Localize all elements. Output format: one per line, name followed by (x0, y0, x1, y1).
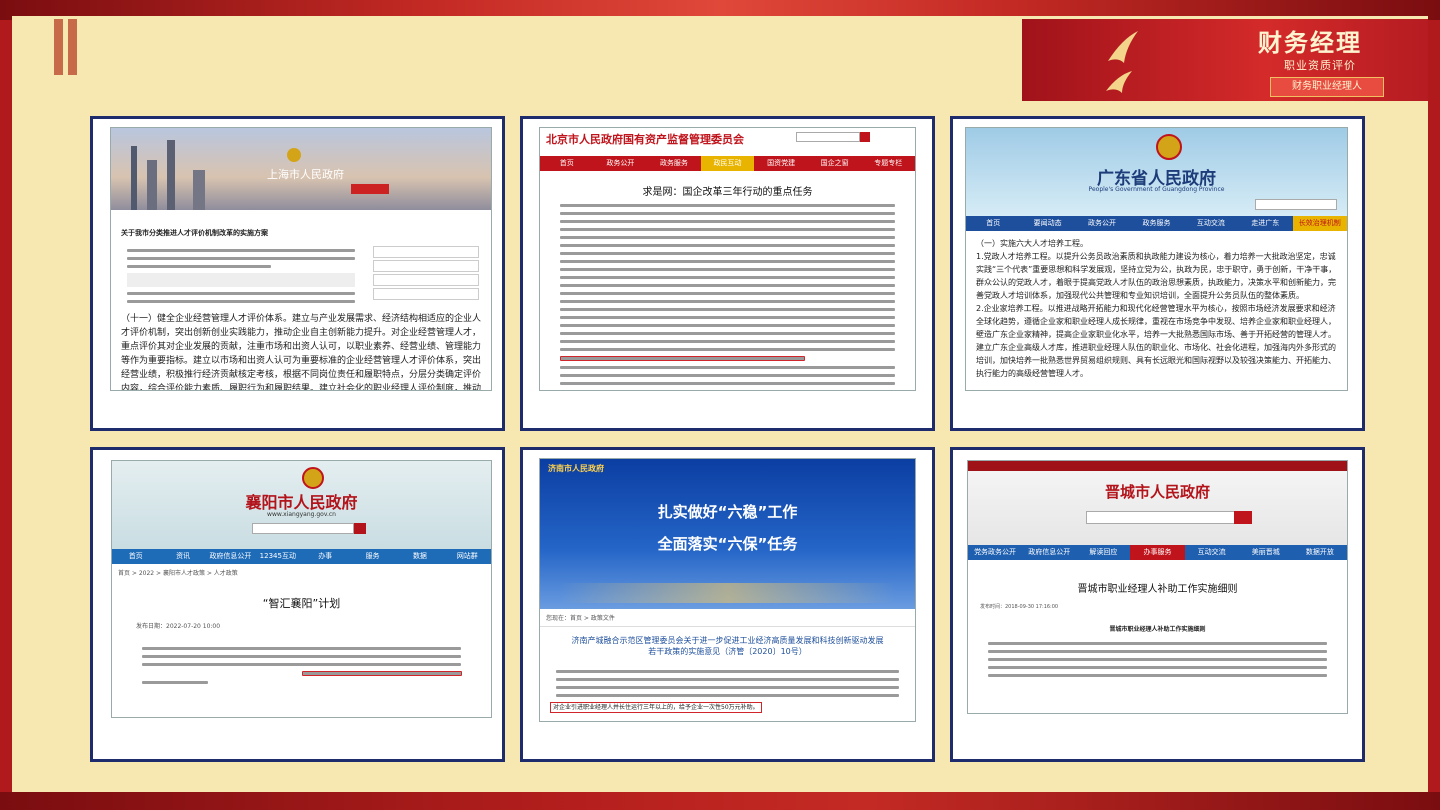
site-url: www.xiangyang.gov.cn (267, 511, 336, 518)
slide-tab-mark (54, 19, 63, 75)
nav-item[interactable]: 要闻动态 (1020, 216, 1074, 231)
screenshot-card-xiangyang: 襄阳市人民政府 www.xiangyang.gov.cn 首页 资讯 政府信息公… (90, 447, 505, 762)
screenshot-xiangyang: 襄阳市人民政府 www.xiangyang.gov.cn 首页 资讯 政府信息公… (111, 460, 492, 718)
skyline-banner: 上海市人民政府 (111, 128, 491, 210)
article-title: 晋城市职业经理人补助工作实施细则 (1077, 584, 1238, 595)
nav-item[interactable]: 政务公开 (594, 156, 648, 171)
brand-tag: 财务职业经理人 (1270, 77, 1384, 97)
nav-item[interactable]: 走进广东 (1238, 216, 1292, 231)
bottom-decor-band (0, 792, 1440, 810)
nav-item[interactable]: 政务服务 (647, 156, 701, 171)
paragraph-party-talent: 1.党政人才培养工程。以提升公务员政治素质和执政能力建设为核心，着力培养一大批政… (976, 252, 1337, 300)
nav-item[interactable]: 数据 (396, 549, 443, 564)
nav-item[interactable]: 首页 (966, 216, 1020, 231)
screenshot-guangdong: 广东省人民政府 People's Government of Guangdong… (965, 127, 1348, 391)
search-icon[interactable] (1234, 511, 1252, 524)
screenshot-card-beijing: 北京市人民政府国有资产监督管理委员会 首页 政务公开 政务服务 政民互动 国资党… (520, 116, 935, 431)
nav-item[interactable]: 网站群 (444, 549, 491, 564)
section-heading: （一）实施六大人才培养工程。 (976, 239, 1088, 248)
search-input[interactable] (796, 132, 860, 142)
birds-icon (1106, 31, 1138, 93)
document-title: 晋城市职业经理人补助工作实施细则 (1109, 626, 1206, 633)
search-input[interactable] (252, 523, 354, 534)
nav-item[interactable]: 政府信息公开 (207, 549, 254, 564)
screenshot-card-guangdong: 广东省人民政府 People's Government of Guangdong… (950, 116, 1365, 431)
site-title: 襄阳市人民政府 (245, 493, 358, 512)
breadcrumb: 首页 > 2022 > 襄阳市人才政策 > 人才政策 (118, 570, 238, 577)
nav-item[interactable]: 解读回应 (1076, 545, 1130, 560)
screenshot-jinan: 济南市人民政府 扎实做好“六稳”工作 全面落实“六保”任务 您现在：首页 > 政… (539, 458, 916, 722)
site-nav: 首页 要闻动态 政务公开 政务服务 互动交流 走进广东 长效治理机制 (966, 216, 1347, 231)
banner-line-2: 全面落实“六保”任务 (657, 535, 798, 553)
nav-item[interactable]: 国资党建 (754, 156, 808, 171)
search-icon[interactable] (354, 523, 366, 534)
site-nav: 首页 资讯 政府信息公开 12345互动 办事 服务 数据 网站群 (112, 549, 491, 564)
nav-item[interactable]: 首页 (540, 156, 594, 171)
nav-item[interactable]: 党务政务公开 (968, 545, 1022, 560)
banner-title: 上海市人民政府 (267, 168, 344, 181)
site-subtitle: People's Government of Guangdong Provinc… (1088, 186, 1225, 193)
screenshot-card-jinan: 济南市人民政府 扎实做好“六稳”工作 全面落实“六保”任务 您现在：首页 > 政… (520, 447, 935, 762)
search-input[interactable] (1086, 511, 1236, 524)
article-title: 求是网：国企改革三年行动的重点任务 (642, 187, 813, 198)
nav-item[interactable]: 政府信息公开 (1022, 545, 1076, 560)
banner-line-1: 扎实做好“六稳”工作 (657, 503, 798, 521)
nav-item[interactable]: 服务 (349, 549, 396, 564)
nav-item[interactable]: 长效治理机制 (1292, 216, 1347, 231)
article-meta: 发布时间：2018-09-30 17:16:00 (980, 604, 1059, 610)
paragraph-entrepreneur: 2.企业家培养工程。以推进战略开拓能力和现代化经营管理水平为核心，按照市场经济发… (976, 304, 1336, 378)
screenshot-jincheng: 晋城市人民政府 党务政务公开 政府信息公开 解读回应 办事服务 互动交流 美丽晋… (967, 460, 1348, 714)
brand-title: 财务经理 (1258, 28, 1362, 57)
nav-item[interactable]: 办事服务 (1130, 545, 1185, 560)
site-title: 晋城市人民政府 (1104, 483, 1210, 501)
search-icon[interactable] (860, 132, 870, 142)
nav-item[interactable]: 国企之窗 (808, 156, 862, 171)
brand-subtitle: 职业资质评价 (1284, 59, 1356, 72)
nav-item[interactable]: 数据开放 (1293, 545, 1347, 560)
national-emblem-icon (302, 467, 324, 489)
nav-item[interactable]: 办事 (302, 549, 349, 564)
site-title: 济南市人民政府 (548, 464, 604, 473)
screenshot-beijing: 北京市人民政府国有资产监督管理委员会 首页 政务公开 政务服务 政民互动 国资党… (539, 127, 916, 391)
slide-tab-mark (68, 19, 77, 75)
site-title: 北京市人民政府国有资产监督管理委员会 (546, 133, 744, 146)
article-title: 济南产城融合示范区管理委员会关于进一步促进工业经济高质量发展和科技创新驱动发展若… (571, 636, 884, 656)
breadcrumb: 您现在：首页 > 政策文件 (540, 609, 915, 627)
screenshot-card-jincheng: 晋城市人民政府 党务政务公开 政府信息公开 解读回应 办事服务 互动交流 美丽晋… (950, 447, 1365, 762)
nav-item[interactable]: 专题专栏 (861, 156, 915, 171)
nav-item[interactable]: 政务公开 (1075, 216, 1129, 231)
nav-item[interactable]: 政民互动 (700, 156, 755, 171)
screenshot-card-shanghai: 上海市人民政府 关于我市分类推进人才评价机制改革的实施方案 （十一）健全企业经营… (90, 116, 505, 431)
article-title: “智汇襄阳”计划 (262, 597, 341, 610)
nav-item[interactable]: 12345互动 (254, 549, 301, 564)
national-emblem-icon (287, 148, 301, 162)
brand-banner: 财务经理 职业资质评价 财务职业经理人 (1022, 19, 1428, 101)
site-nav: 首页 政务公开 政务服务 政民互动 国资党建 国企之窗 专题专栏 (540, 156, 915, 171)
screenshot-shanghai: 上海市人民政府 关于我市分类推进人才评价机制改革的实施方案 （十一）健全企业经营… (110, 127, 492, 391)
article-title: 关于我市分类推进人才评价机制改革的实施方案 (121, 229, 268, 237)
nav-item[interactable]: 政务服务 (1129, 216, 1183, 231)
nav-item[interactable]: 互动交流 (1184, 216, 1238, 231)
article-body: （十一）健全企业经营管理人才评价体系。建立与产业发展需求、经济结构相适应的企业人… (121, 314, 481, 391)
highlighted-subsidy-clause: 对企业引进职业经理人并长住运行三年以上的，给予企业一次性50万元补助。 (550, 702, 762, 713)
site-nav: 党务政务公开 政府信息公开 解读回应 办事服务 互动交流 美丽晋城 数据开放 (968, 545, 1347, 560)
national-emblem-icon (1156, 134, 1182, 160)
nav-item[interactable]: 互动交流 (1185, 545, 1239, 560)
nav-item[interactable]: 美丽晋城 (1239, 545, 1293, 560)
nav-item[interactable]: 资讯 (159, 549, 206, 564)
nav-item[interactable]: 首页 (112, 549, 159, 564)
search-input[interactable] (1255, 199, 1337, 210)
article-meta: 发布日期：2022-07-20 10:00 (136, 623, 221, 630)
